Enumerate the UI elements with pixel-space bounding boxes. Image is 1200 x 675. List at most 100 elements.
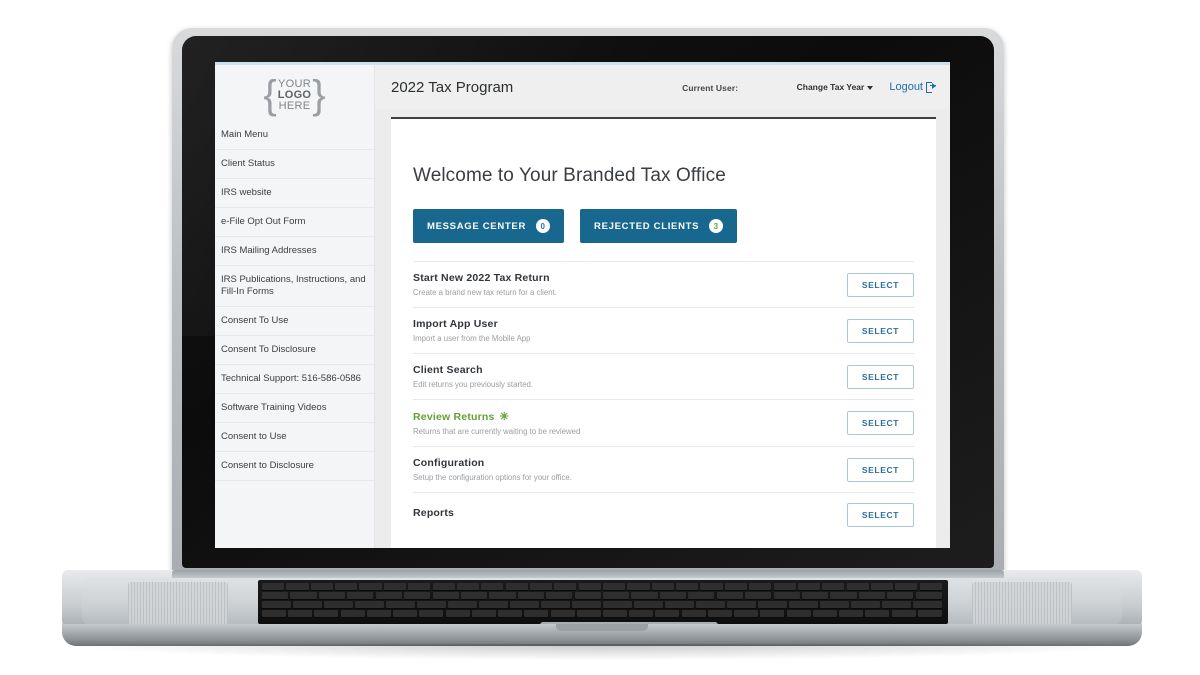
keyboard-key — [572, 601, 601, 608]
keyboard-key — [481, 583, 504, 590]
menu-row-text: Import App User Import a user from the Mo… — [413, 318, 847, 343]
keyboard-key — [812, 610, 837, 617]
speaker-grille-left — [128, 582, 228, 624]
count-badge: 0 — [536, 219, 551, 233]
sidebar-item[interactable]: Consent to Disclosure — [215, 452, 374, 481]
quick-action-button[interactable]: MESSAGE CENTER 0 — [413, 209, 565, 243]
keyboard-key — [286, 583, 309, 590]
keyboard-key — [460, 592, 488, 599]
menu-row[interactable]: Review Returns ✳ Returns that are currentl… — [413, 399, 914, 446]
quick-action-button[interactable]: REJECTED CLIENTS 3 — [580, 209, 738, 243]
keyboard-key — [355, 601, 384, 608]
logo-brace-left-icon: { — [263, 73, 277, 117]
keyboard-row — [262, 592, 944, 599]
keyboard-key — [524, 610, 549, 617]
sidebar-item[interactable]: Consent To Disclosure — [215, 336, 374, 365]
sidebar-item[interactable]: IRS Mailing Addresses — [215, 237, 374, 266]
keyboard-key — [375, 592, 402, 599]
select-button[interactable]: SELECT — [846, 503, 914, 527]
quick-action-label: MESSAGE CENTER — [427, 220, 527, 232]
page-title: 2022 Tax Program — [391, 78, 514, 96]
keyboard-key — [915, 592, 942, 599]
keyboard-key — [830, 592, 857, 599]
keyboard-key — [262, 592, 289, 599]
keyboard-key — [651, 583, 674, 590]
change-tax-year-dropdown[interactable]: Change Tax Year — [797, 82, 874, 92]
sidebar-item[interactable]: Consent to Use — [215, 423, 374, 452]
keyboard-key — [471, 610, 496, 617]
keyboard-key — [887, 592, 914, 599]
menu-row[interactable]: Import App User Import a user from the Mo… — [413, 307, 914, 353]
keyboard-key — [895, 583, 918, 590]
menu-row-text: Review Returns ✳ Returns that are currentl… — [413, 410, 847, 436]
menu-row-title-text: Reports — [413, 507, 455, 519]
sidebar-item[interactable]: Software Training Videos — [215, 394, 374, 423]
main-area: 2022 Tax Program Current User: Change Ta… — [375, 65, 950, 548]
keyboard-key — [789, 601, 818, 608]
keyboard-key — [408, 583, 431, 590]
keyboard-key — [797, 583, 820, 590]
keyboard-key — [801, 592, 829, 599]
keyboard-key — [293, 601, 322, 608]
keyboard-key — [773, 583, 796, 590]
menu-row-title: Review Returns ✳ — [413, 410, 847, 423]
keyboard-key — [627, 583, 650, 590]
keyboard-key — [550, 610, 575, 617]
speaker-grille-right — [972, 582, 1072, 624]
sidebar-item[interactable]: Client Status — [215, 150, 374, 179]
keyboard-key — [262, 583, 285, 590]
sidebar-item[interactable]: IRS website — [215, 179, 374, 208]
keyboard-key — [659, 592, 687, 599]
keyboard-key — [419, 610, 444, 617]
select-button[interactable]: SELECT — [846, 272, 914, 297]
quick-action-label: REJECTED CLIENTS — [594, 220, 700, 232]
count-badge: 3 — [709, 219, 724, 233]
logo-line-3: HERE — [278, 99, 311, 112]
keyboard-key — [822, 583, 845, 590]
keyboard-key — [498, 610, 523, 617]
sidebar-item[interactable]: Consent To Use — [215, 307, 374, 336]
logout-arrow-icon — [926, 82, 936, 93]
menu-row-title: Start New 2022 Tax Return — [413, 272, 847, 284]
sidebar-item[interactable]: Technical Support: 516-586-0586 — [215, 365, 374, 394]
menu-row[interactable]: Start New 2022 Tax Return Create a brand … — [413, 261, 914, 307]
menu-row[interactable]: Configuration Setup the configuration opt… — [413, 446, 914, 492]
keyboard-key — [340, 610, 365, 617]
select-button[interactable]: SELECT — [846, 318, 914, 343]
sidebar-item[interactable]: e-File Opt Out Form — [215, 208, 374, 237]
keyboard-row — [262, 601, 944, 608]
welcome-heading: Welcome to Your Branded Tax Office — [413, 165, 726, 186]
keyboard-key — [707, 610, 732, 617]
select-button[interactable]: SELECT — [846, 364, 914, 389]
keyboard-key — [554, 583, 577, 590]
keyboard-key — [314, 610, 339, 617]
logout-button[interactable]: Logout — [889, 81, 936, 93]
select-button[interactable]: SELECT — [846, 411, 914, 435]
keyboard-key — [290, 592, 317, 599]
logo-brace-right-icon: } — [312, 73, 326, 117]
asterisk-icon: ✳ — [499, 411, 509, 423]
menu-row-title: Import App User — [413, 318, 847, 330]
keyboard-key — [749, 583, 772, 590]
keyboard-key — [865, 610, 890, 617]
keyboard-key — [846, 583, 869, 590]
keyboard-key — [578, 583, 601, 590]
sidebar-item[interactable]: IRS Publications, Instructions, and Fill… — [215, 266, 374, 307]
keyboard-key — [479, 601, 508, 608]
keyboard-key — [913, 601, 942, 608]
menu-row-title-text: Start New 2022 Tax Return — [413, 272, 550, 284]
menu-row[interactable]: Client Search Edit returns you previously… — [413, 353, 914, 399]
keyboard-key — [786, 610, 811, 617]
quick-action-buttons: MESSAGE CENTER 0 REJECTED CLIENTS 3 — [409, 187, 918, 243]
keyboard-key — [489, 592, 516, 599]
keyboard-key — [335, 583, 358, 590]
menu-row-subtitle: Create a brand new tax return for a clie… — [413, 288, 557, 297]
keyboard-key — [724, 583, 747, 590]
select-button[interactable]: SELECT — [846, 457, 914, 482]
sidebar-item[interactable]: Main Menu — [215, 121, 374, 150]
keyboard-key — [688, 592, 715, 599]
menu-row-title: Configuration — [413, 457, 847, 469]
keyboard-row — [262, 610, 944, 617]
menu-row[interactable]: Reports SELECT — [413, 492, 914, 537]
keyboard-key — [432, 583, 455, 590]
